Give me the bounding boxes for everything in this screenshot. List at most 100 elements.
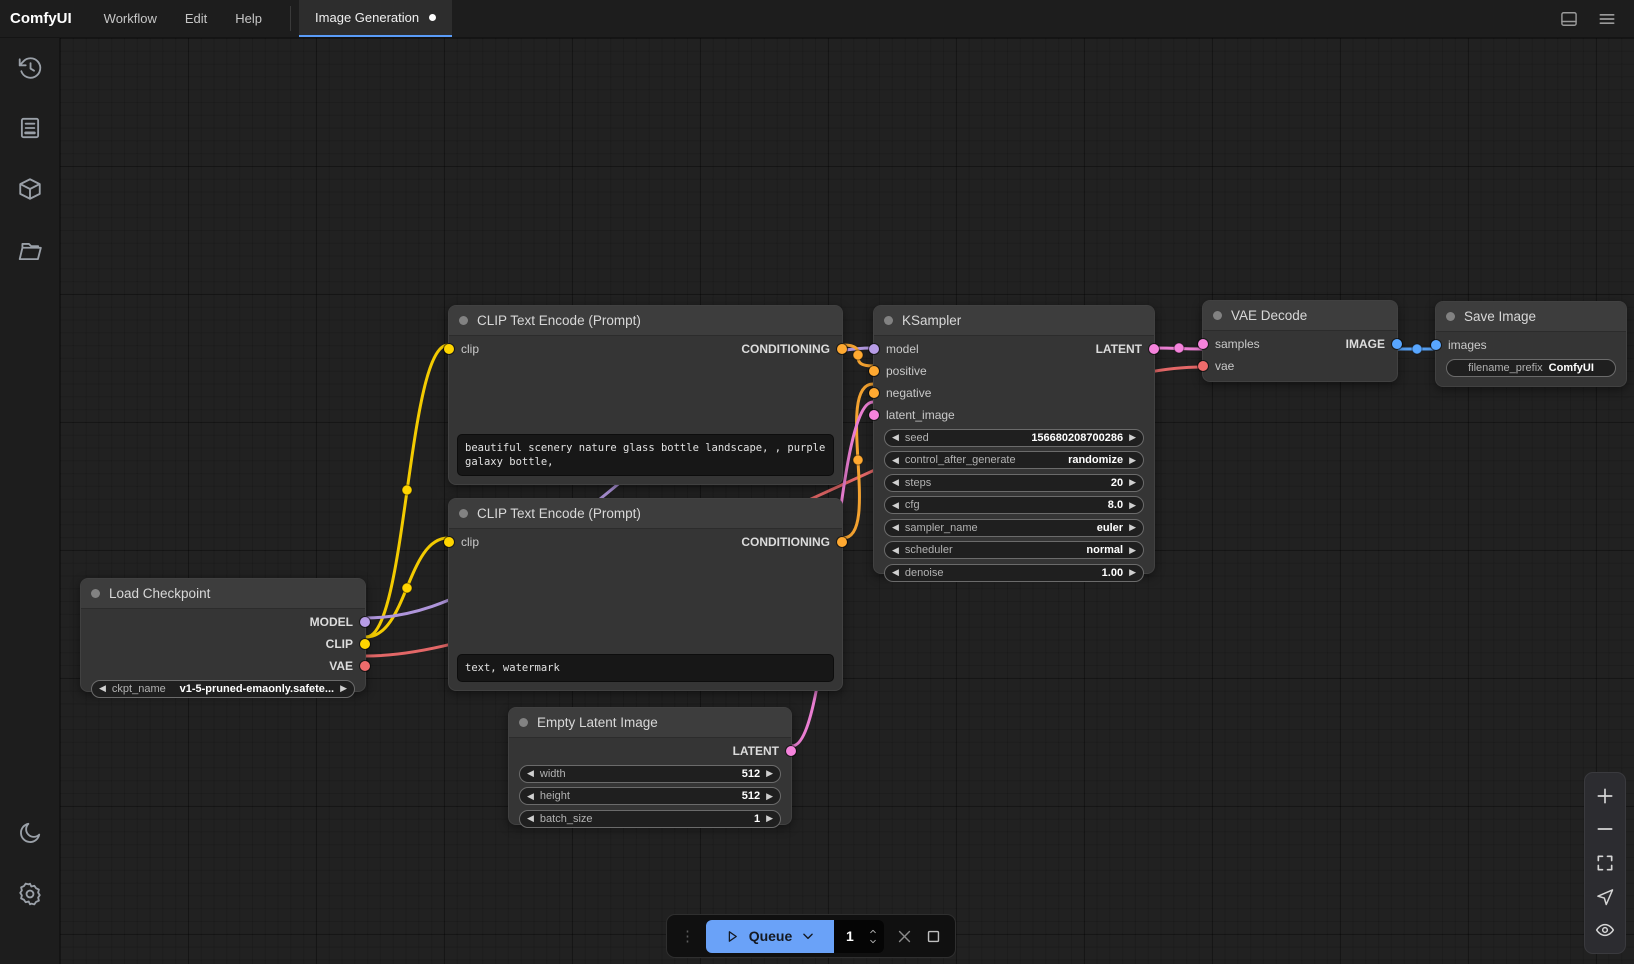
- samples-input-dot[interactable]: [1198, 339, 1208, 349]
- increment-arrow-icon[interactable]: ▶: [1129, 523, 1136, 532]
- decrement-arrow-icon[interactable]: ◀: [527, 792, 534, 801]
- decrement-arrow-icon[interactable]: ◀: [892, 478, 899, 487]
- latent-image-input-dot[interactable]: [869, 410, 879, 420]
- spinner-down-icon[interactable]: [868, 938, 878, 945]
- vae-input-dot[interactable]: [1198, 361, 1208, 371]
- widget-seed[interactable]: ◀ seed 156680208700286 ▶: [884, 429, 1144, 447]
- node-header[interactable]: Save Image: [1436, 302, 1626, 332]
- input-slot-images[interactable]: images: [1436, 336, 1626, 354]
- latent-output-dot[interactable]: [1149, 344, 1159, 354]
- queue-button[interactable]: Queue: [706, 920, 834, 953]
- increment-arrow-icon[interactable]: ▶: [340, 684, 347, 693]
- collapse-dot[interactable]: [519, 718, 528, 727]
- clear-queue-icon[interactable]: [895, 927, 913, 945]
- workflows-folder-icon[interactable]: [17, 238, 43, 264]
- increment-arrow-icon[interactable]: ▶: [766, 814, 773, 823]
- widget-cfg[interactable]: ◀ cfg 8.0 ▶: [884, 496, 1144, 514]
- increment-arrow-icon[interactable]: ▶: [1129, 568, 1136, 577]
- image-output-dot[interactable]: [1392, 339, 1402, 349]
- latent-output-dot[interactable]: [786, 746, 796, 756]
- select-mode-icon[interactable]: [1595, 887, 1615, 907]
- settings-gear-icon[interactable]: [17, 881, 43, 907]
- toggle-link-visibility-icon[interactable]: [1595, 920, 1615, 940]
- increment-arrow-icon[interactable]: ▶: [1129, 433, 1136, 442]
- node-header[interactable]: Load Checkpoint: [81, 579, 365, 609]
- decrement-arrow-icon[interactable]: ◀: [892, 501, 899, 510]
- batch-count-input[interactable]: 1: [834, 920, 884, 953]
- fit-view-icon[interactable]: [1595, 853, 1615, 873]
- decrement-arrow-icon[interactable]: ◀: [527, 769, 534, 778]
- hamburger-menu-icon[interactable]: [1596, 8, 1618, 30]
- increment-arrow-icon[interactable]: ▶: [766, 769, 773, 778]
- widget-filename-prefix[interactable]: filename_prefix ComfyUI: [1446, 359, 1616, 377]
- input-slot-vae[interactable]: vae: [1203, 357, 1397, 375]
- zoom-out-icon[interactable]: [1595, 819, 1615, 839]
- widget-height[interactable]: ◀ height 512 ▶: [519, 787, 781, 805]
- clip-input-dot[interactable]: [444, 537, 454, 547]
- increment-arrow-icon[interactable]: ▶: [1129, 546, 1136, 555]
- decrement-arrow-icon[interactable]: ◀: [99, 684, 106, 693]
- output-slot-clip[interactable]: CLIP: [81, 635, 365, 653]
- drag-handle-icon[interactable]: ⋮: [680, 929, 695, 944]
- images-input-dot[interactable]: [1431, 340, 1441, 350]
- widget-control-after-generate[interactable]: ◀ control_after_generate randomize ▶: [884, 451, 1144, 469]
- widget-ckpt-name[interactable]: ◀ ckpt_name v1-5-pruned-emaonly.safete..…: [91, 680, 355, 698]
- chevron-down-icon[interactable]: [801, 929, 815, 943]
- increment-arrow-icon[interactable]: ▶: [1129, 478, 1136, 487]
- menu-edit[interactable]: Edit: [171, 0, 221, 37]
- node-header[interactable]: CLIP Text Encode (Prompt): [449, 306, 842, 336]
- widget-scheduler[interactable]: ◀ scheduler normal ▶: [884, 541, 1144, 559]
- node-clip-text-encode-negative[interactable]: CLIP Text Encode (Prompt) clip CONDITION…: [448, 498, 843, 691]
- stop-icon[interactable]: [924, 927, 942, 945]
- widget-denoise[interactable]: ◀ denoise 1.00 ▶: [884, 564, 1144, 582]
- history-icon[interactable]: [17, 55, 43, 81]
- node-vae-decode[interactable]: VAE Decode samples IMAGE vae: [1202, 300, 1398, 382]
- increment-arrow-icon[interactable]: ▶: [766, 792, 773, 801]
- node-header[interactable]: VAE Decode: [1203, 301, 1397, 331]
- clip-input-dot[interactable]: [444, 344, 454, 354]
- model-slot-dot[interactable]: [360, 617, 370, 627]
- node-graph-canvas[interactable]: [60, 38, 1634, 964]
- negative-prompt-textarea[interactable]: text, watermark: [457, 654, 834, 682]
- model-input-dot[interactable]: [869, 344, 879, 354]
- positive-prompt-textarea[interactable]: beautiful scenery nature glass bottle la…: [457, 434, 834, 476]
- node-clip-text-encode-positive[interactable]: CLIP Text Encode (Prompt) clip CONDITION…: [448, 305, 843, 485]
- vae-slot-dot[interactable]: [360, 661, 370, 671]
- widget-batch-size[interactable]: ◀ batch_size 1 ▶: [519, 810, 781, 828]
- widget-sampler-name[interactable]: ◀ sampler_name euler ▶: [884, 519, 1144, 537]
- collapse-dot[interactable]: [1213, 311, 1222, 320]
- input-slot-latent-image[interactable]: latent_image: [874, 406, 1154, 424]
- collapse-dot[interactable]: [459, 509, 468, 518]
- bottom-panel-icon[interactable]: [1558, 8, 1580, 30]
- negative-input-dot[interactable]: [869, 388, 879, 398]
- zoom-in-icon[interactable]: [1595, 786, 1615, 806]
- theme-moon-icon[interactable]: [17, 820, 43, 846]
- count-spinner[interactable]: [868, 928, 878, 945]
- spinner-up-icon[interactable]: [868, 928, 878, 935]
- queue-list-icon[interactable]: [17, 115, 43, 141]
- menu-help[interactable]: Help: [221, 0, 276, 37]
- node-header[interactable]: CLIP Text Encode (Prompt): [449, 499, 842, 529]
- node-empty-latent-image[interactable]: Empty Latent Image LATENT ◀ width 512 ▶ …: [508, 707, 792, 825]
- node-load-checkpoint[interactable]: Load Checkpoint MODEL CLIP VAE ◀ ckpt_na…: [80, 578, 366, 692]
- node-header[interactable]: KSampler: [874, 306, 1154, 336]
- node-header[interactable]: Empty Latent Image: [509, 708, 791, 738]
- output-slot-latent[interactable]: LATENT: [509, 742, 791, 760]
- input-slot-negative[interactable]: negative: [874, 384, 1154, 402]
- node-library-icon[interactable]: [17, 176, 43, 202]
- collapse-dot[interactable]: [1446, 312, 1455, 321]
- input-slot-positive[interactable]: positive: [874, 362, 1154, 380]
- widget-steps[interactable]: ◀ steps 20 ▶: [884, 474, 1144, 492]
- decrement-arrow-icon[interactable]: ◀: [892, 523, 899, 532]
- collapse-dot[interactable]: [884, 316, 893, 325]
- output-slot-vae[interactable]: VAE: [81, 657, 365, 675]
- increment-arrow-icon[interactable]: ▶: [1129, 501, 1136, 510]
- tab-image-generation[interactable]: Image Generation: [299, 0, 452, 37]
- decrement-arrow-icon[interactable]: ◀: [892, 546, 899, 555]
- increment-arrow-icon[interactable]: ▶: [1129, 456, 1136, 465]
- output-slot-model[interactable]: MODEL: [81, 613, 365, 631]
- decrement-arrow-icon[interactable]: ◀: [527, 814, 534, 823]
- node-ksampler[interactable]: KSampler model LATENT positive negative …: [873, 305, 1155, 574]
- positive-input-dot[interactable]: [869, 366, 879, 376]
- conditioning-output-dot[interactable]: [837, 537, 847, 547]
